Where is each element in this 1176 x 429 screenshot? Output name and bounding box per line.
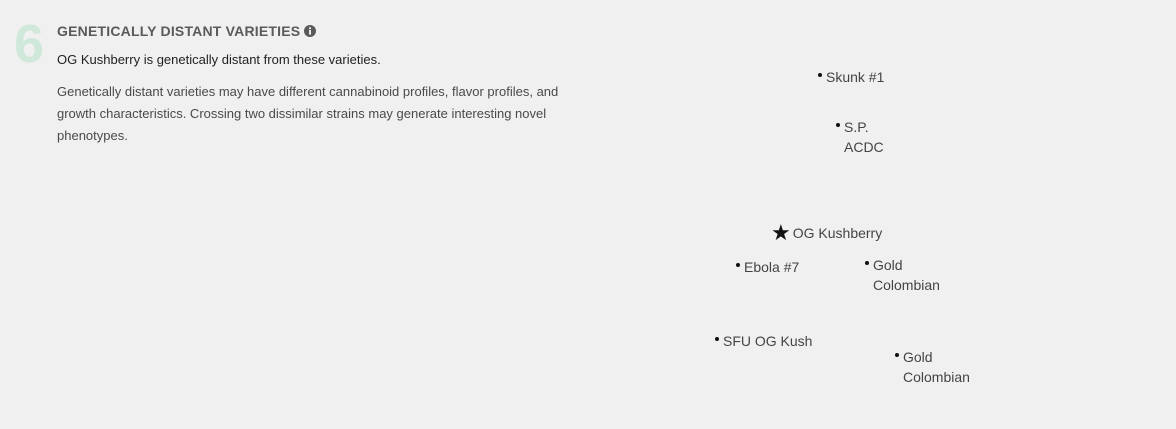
strain-marker[interactable]: SFU OG Kush: [715, 331, 812, 351]
strain-label: Skunk #1: [826, 69, 885, 85]
target-strain-label: OG Kushberry: [792, 225, 883, 241]
strain-label: Ebola #7: [744, 259, 800, 275]
star-icon: ★: [771, 220, 791, 245]
strain-marker[interactable]: Skunk #1: [818, 67, 884, 87]
strain-label: Gold Colombian: [903, 349, 970, 385]
strain-marker[interactable]: S.P. ACDC: [836, 117, 884, 157]
dot-icon: [818, 73, 822, 77]
dot-icon: [736, 263, 740, 267]
dot-icon: [865, 261, 869, 265]
strain-label: S.P. ACDC: [844, 119, 884, 155]
strain-distance-plot: ★ OG Kushberry Skunk #1 S.P. ACDC Ebola #…: [0, 0, 1176, 429]
dot-icon: [836, 123, 840, 127]
strain-label: SFU OG Kush: [723, 333, 813, 349]
target-strain[interactable]: ★ OG Kushberry: [771, 222, 882, 244]
strain-label: Gold Colombian: [873, 257, 940, 293]
dot-icon: [895, 353, 899, 357]
strain-marker[interactable]: Ebola #7: [736, 257, 799, 277]
dot-icon: [715, 337, 719, 341]
strain-marker[interactable]: Gold Colombian: [865, 255, 940, 295]
strain-marker[interactable]: Gold Colombian: [895, 347, 970, 387]
